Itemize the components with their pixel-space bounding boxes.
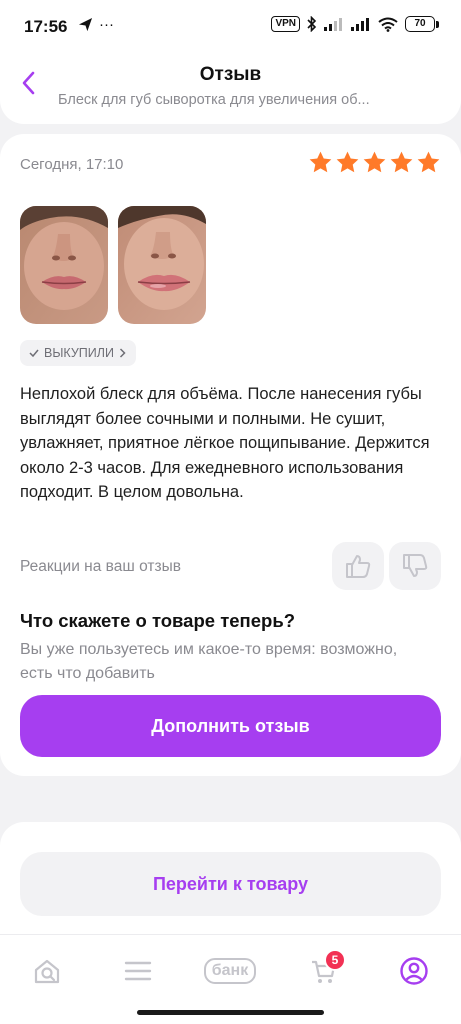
thumbs-up-icon [346,555,371,578]
bank-label: банк [203,958,257,984]
page-title: Отзыв [199,64,262,85]
status-bar: 17:56 ··· VPN 70 [0,0,461,52]
review-card: Сегодня, 17:10 ВЫКУПИЛИ Неплохой блеск д… [0,134,461,776]
thumbs-down-icon [403,554,428,577]
more-dots-icon: ··· [99,16,114,33]
send-icon [78,17,93,32]
product-name-subtitle[interactable]: Блеск для губ сыворотка для увеличения о… [58,92,418,108]
tab-cart[interactable]: 5 [303,949,346,989]
check-icon [29,349,39,358]
signal-icon-2 [351,18,369,31]
review-photos [20,206,206,324]
star-icon [336,151,359,173]
product-link-card: Перейти к товару [0,822,461,942]
home-indicator [137,1010,324,1015]
review-text: Неплохой блеск для объёма. После нанесен… [20,385,430,501]
star-icon [390,151,413,173]
tab-home[interactable] [27,953,67,989]
tab-bank[interactable]: банк [198,953,262,989]
signal-icon [324,18,342,31]
wifi-icon [378,17,398,32]
rating-stars [308,150,441,175]
followup-subtitle: Вы уже пользуетесь им какое-то время: во… [20,641,398,682]
star-icon [417,151,440,173]
battery-icon: 70 [405,16,439,32]
reactions-label: Реакции на ваш отзыв [20,558,181,575]
chevron-right-icon [119,348,126,358]
profile-icon [400,957,428,985]
bought-badge-label: ВЫКУПИЛИ [44,346,114,360]
cart-count-badge: 5 [324,949,346,971]
like-button[interactable] [332,542,384,590]
star-icon [363,151,386,173]
review-date: Сегодня, 17:10 [20,156,124,173]
tab-profile[interactable] [394,953,434,989]
header: Отзыв Блеск для губ сыворотка для увелич… [0,52,461,124]
bought-badge[interactable]: ВЫКУПИЛИ [20,340,136,366]
bluetooth-icon [307,16,317,32]
add-to-review-button[interactable]: Дополнить отзыв [20,695,441,757]
star-icon [309,151,332,173]
status-time: 17:56 [24,17,68,36]
review-photo[interactable] [20,206,108,324]
menu-icon [124,961,152,981]
tab-catalog[interactable] [118,953,158,989]
home-search-icon [34,959,60,984]
vpn-badge: VPN [271,16,300,32]
followup-title: Что скажете о товаре теперь? [20,610,295,631]
dislike-button[interactable] [389,542,441,590]
go-to-product-button[interactable]: Перейти к товару [20,852,441,916]
review-photo[interactable] [118,206,206,324]
